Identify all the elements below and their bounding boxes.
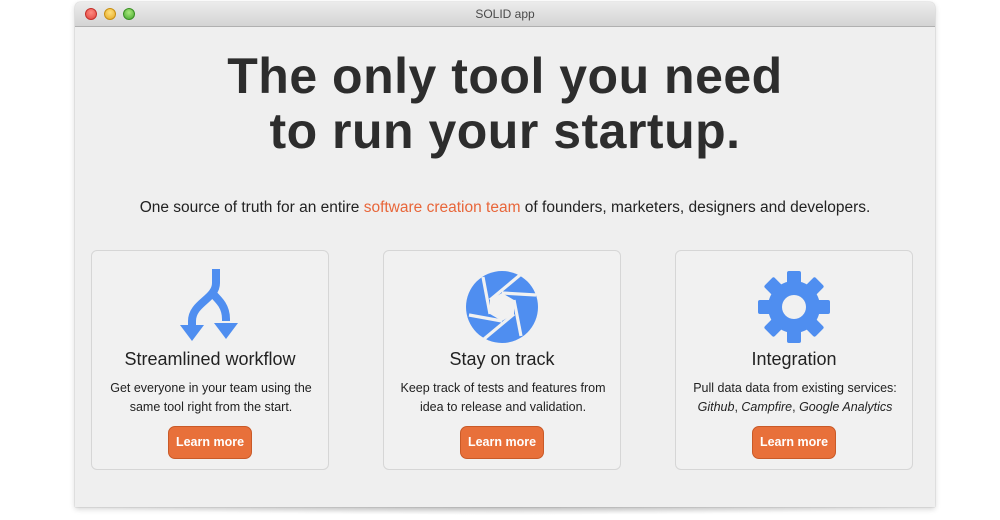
description-line-1: Get everyone in your team using the — [110, 381, 312, 395]
service-github: Github — [697, 400, 735, 414]
feature-title: Stay on track — [449, 349, 555, 369]
subline-highlight: software creation team — [363, 199, 521, 216]
feature-card-track: Stay on track Keep track of tests and fe… — [383, 250, 621, 470]
learn-more-button[interactable]: Learn more — [460, 426, 544, 459]
learn-more-button[interactable]: Learn more — [752, 426, 836, 459]
feature-cards: Streamlined workflow Get everyone in you… — [91, 250, 915, 472]
window-title: SOLID app — [475, 7, 535, 21]
window-shadow — [85, 507, 925, 515]
feature-description: Get everyone in your team using the same … — [102, 379, 320, 417]
feature-description: Keep track of tests and features from ide… — [394, 379, 612, 417]
description-line-2: same tool right from the start. — [129, 400, 293, 414]
description-line-2: idea to release and validation. — [419, 400, 587, 414]
feature-card-integration: Integration Pull data data from existing… — [675, 250, 913, 470]
gear-icon — [676, 269, 912, 345]
headline-line-1: The only tool you need — [227, 48, 783, 104]
subline-text-end: of founders, marketers, designers and de… — [520, 199, 871, 216]
workflow-arrows-icon — [92, 269, 328, 345]
title-bar[interactable]: SOLID app — [75, 2, 935, 27]
headline-line-2: to run your startup. — [269, 103, 741, 159]
feature-card-workflow: Streamlined workflow Get everyone in you… — [91, 250, 329, 470]
subline-text-start: One source of truth for an entire — [139, 199, 364, 216]
window-controls — [85, 8, 135, 20]
aperture-icon — [384, 269, 620, 345]
description-line-1: Keep track of tests and features from — [400, 381, 606, 395]
feature-title: Streamlined workflow — [124, 349, 296, 369]
learn-more-button[interactable]: Learn more — [168, 426, 252, 459]
close-button[interactable] — [85, 8, 97, 20]
zoom-button[interactable] — [123, 8, 135, 20]
service-google-analytics: Google Analytics — [799, 400, 893, 414]
feature-description: Pull data data from existing services: Gi… — [686, 379, 904, 417]
description-line-1: Pull data data from existing services: — [693, 381, 897, 395]
app-window: SOLID app The only tool you need to run … — [75, 2, 935, 507]
minimize-button[interactable] — [104, 8, 116, 20]
feature-title: Integration — [751, 349, 837, 369]
hero-headline: The only tool you need to run your start… — [75, 27, 935, 159]
service-campfire: Campfire — [741, 400, 793, 414]
landing-content: The only tool you need to run your start… — [75, 27, 935, 507]
hero-subheadline: One source of truth for an entire softwa… — [75, 199, 935, 217]
